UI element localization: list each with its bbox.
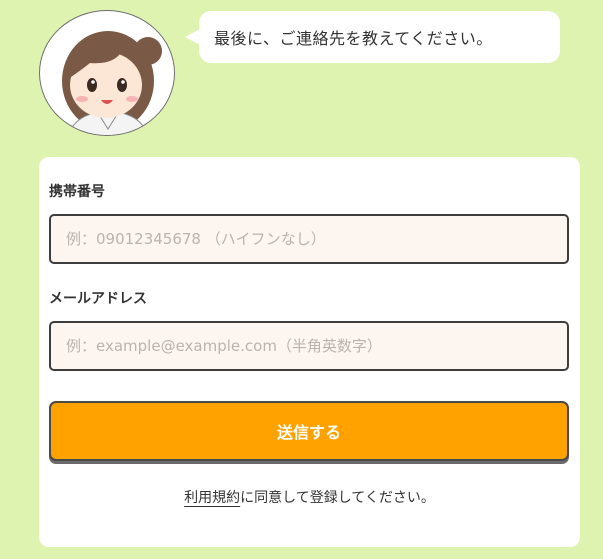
phone-input[interactable] — [49, 214, 569, 264]
avatar — [39, 10, 175, 136]
nurse-avatar-icon — [62, 31, 162, 135]
terms-link[interactable]: 利用規約 — [184, 490, 240, 506]
email-input[interactable] — [49, 321, 569, 371]
contact-form: 携帯番号 メールアドレス 送信する 利用規約に同意して登録してください。 — [39, 157, 580, 547]
phone-label: 携帯番号 — [49, 184, 105, 200]
email-label: メールアドレス — [49, 291, 147, 307]
terms-text: に同意して登録してください。 — [240, 490, 435, 506]
terms-notice: 利用規約に同意して登録してください。 — [39, 487, 580, 507]
chat-message: 最後に、ご連絡先を教えてください。 — [214, 29, 493, 48]
submit-button[interactable]: 送信する — [49, 401, 569, 461]
chat-bubble: 最後に、ご連絡先を教えてください。 — [185, 11, 560, 63]
